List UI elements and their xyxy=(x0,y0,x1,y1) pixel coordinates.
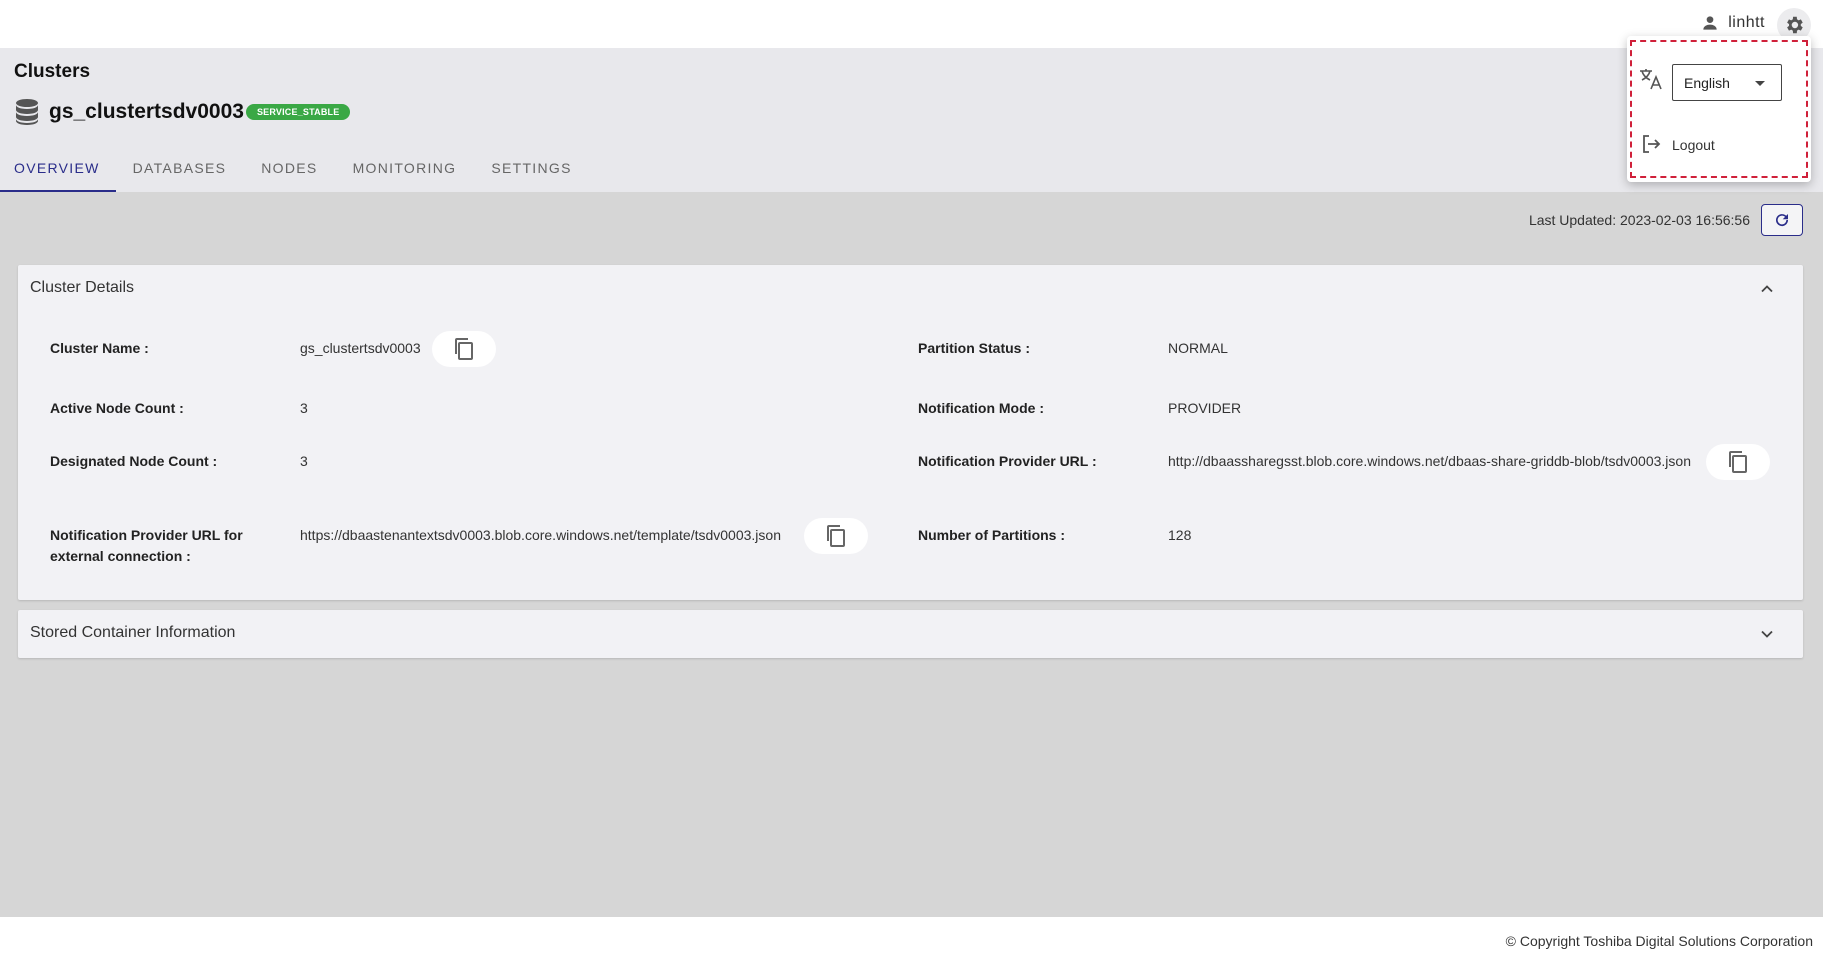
copy-external-url-button[interactable] xyxy=(804,518,868,554)
copy-icon xyxy=(1729,451,1747,473)
cluster-name-title: gs_clustertsdv0003 xyxy=(49,100,244,123)
database-icon xyxy=(16,99,38,125)
cluster-name-value: gs_clustertsdv0003 xyxy=(300,340,421,356)
provider-url-value: http://dbaassharegsst.blob.core.windows.… xyxy=(1168,453,1691,469)
logout-item[interactable]: Logout xyxy=(1672,137,1715,153)
active-node-count-label: Active Node Count : xyxy=(50,400,184,416)
last-updated: Last Updated: 2023-02-03 16:56:56 xyxy=(1528,212,1750,228)
gear-icon xyxy=(1787,16,1803,34)
notification-mode-value: PROVIDER xyxy=(1168,400,1242,416)
status-badge: SERVICE_STABLE xyxy=(245,104,351,120)
stored-container-title[interactable]: Stored Container Information xyxy=(30,624,235,642)
cluster-title-row: gs_clustertsdv0003 SERVICE_STABLE xyxy=(14,98,351,126)
tab-monitoring[interactable]: MONITORING xyxy=(353,144,471,192)
copyright-text: © Copyright Toshiba Digital Solutions Co… xyxy=(1505,933,1813,949)
translate-icon xyxy=(1640,69,1662,90)
username: linhtt xyxy=(1728,14,1765,31)
logout-icon xyxy=(1643,135,1661,153)
tab-overview[interactable]: OVERVIEW xyxy=(0,144,116,192)
designated-node-count-value: 3 xyxy=(300,453,308,469)
stored-container-panel[interactable]: Stored Container Information xyxy=(18,610,1803,658)
cluster-details-title[interactable]: Cluster Details xyxy=(30,279,134,297)
user-menu[interactable]: linhtt xyxy=(1700,13,1765,33)
language-value: English xyxy=(1684,75,1730,91)
footer: © Copyright Toshiba Digital Solutions Co… xyxy=(0,917,1823,969)
copy-provider-url-button[interactable] xyxy=(1706,444,1770,480)
notification-mode-label: Notification Mode : xyxy=(918,400,1044,416)
chevron-down-icon[interactable] xyxy=(1759,626,1775,642)
active-node-count-value: 3 xyxy=(300,400,308,416)
partition-status-value: NORMAL xyxy=(1168,340,1228,356)
partition-status-label: Partition Status : xyxy=(918,340,1031,356)
number-of-partitions-label: Number of Partitions : xyxy=(918,527,1066,543)
highlight-outline xyxy=(1630,40,1808,178)
chevron-up-icon[interactable] xyxy=(1759,281,1775,297)
copy-icon xyxy=(827,525,845,547)
top-bar: linhtt xyxy=(0,0,1823,48)
tab-nodes[interactable]: NODES xyxy=(261,144,331,192)
language-select[interactable]: English xyxy=(1672,64,1782,101)
page-header: Clusters gs_clustertsdv0003 SERVICE_STAB… xyxy=(0,48,1823,192)
external-url-value: https://dbaastenantextsdv0003.blob.core.… xyxy=(300,527,781,543)
caret-down-icon xyxy=(1755,81,1765,86)
copy-cluster-name-button[interactable] xyxy=(432,331,496,367)
tab-bar: OVERVIEW DATABASES NODES MONITORING SETT… xyxy=(0,144,607,192)
user-icon xyxy=(1703,16,1717,30)
number-of-partitions-value: 128 xyxy=(1168,527,1192,543)
refresh-icon xyxy=(1776,214,1789,227)
cluster-name-label: Cluster Name : xyxy=(50,340,149,356)
provider-url-label: Notification Provider URL : xyxy=(918,453,1097,469)
tab-databases[interactable]: DATABASES xyxy=(116,144,241,192)
breadcrumb[interactable]: Clusters xyxy=(14,61,90,83)
copy-icon xyxy=(455,338,473,360)
designated-node-count-label: Designated Node Count : xyxy=(50,453,218,469)
refresh-button[interactable] xyxy=(1761,204,1803,236)
cluster-details-panel: Cluster Details Cluster Name : gs_cluste… xyxy=(18,265,1803,600)
tab-settings[interactable]: SETTINGS xyxy=(491,144,585,192)
external-url-label: Notification Provider URL for external c… xyxy=(50,527,243,564)
settings-menu: English Logout xyxy=(1627,36,1811,182)
